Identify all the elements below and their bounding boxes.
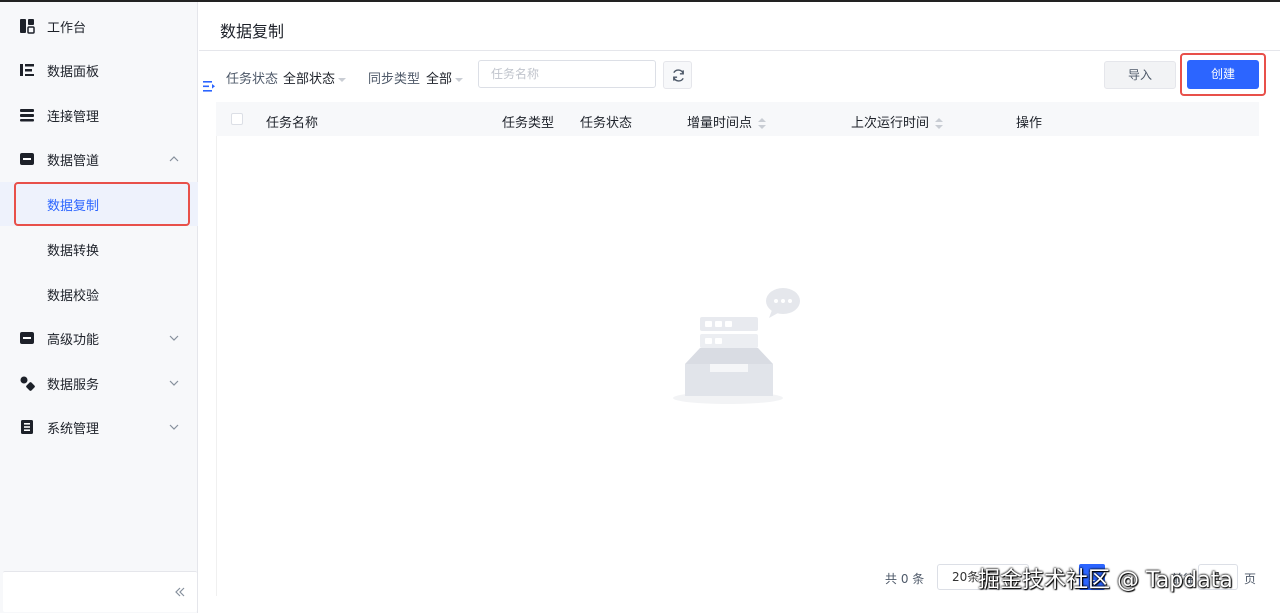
toggle-panel-icon[interactable] — [203, 80, 216, 93]
prev-page-button[interactable]: ‹ — [1041, 564, 1067, 590]
sidebar-item-workbench[interactable]: 工作台 — [0, 4, 198, 48]
page-size-value: 20条/页 — [952, 570, 996, 584]
sidebar-item-label: 数据服务 — [47, 377, 100, 393]
sort-icon — [935, 118, 944, 129]
pipeline-icon — [20, 153, 34, 165]
column-header-task-status: 任务状态 — [580, 116, 633, 131]
sidebar-item-label: 数据管道 — [47, 153, 100, 169]
column-header-task-name: 任务名称 — [266, 116, 319, 131]
sidebar-item-data-transform[interactable]: 数据转换 — [0, 227, 198, 271]
goto-page-input[interactable]: 1 — [1198, 564, 1238, 590]
sidebar-collapse-bar[interactable] — [3, 571, 197, 612]
sidebar: 工作台 数据面板 连接管理 数据管道 数据复制 数据转换 数据校验 高级功能 数… — [0, 2, 198, 613]
page-size-select[interactable]: 20条/页 — [937, 564, 1029, 590]
connection-list-icon — [20, 109, 34, 122]
sidebar-item-label: 工作台 — [47, 20, 87, 36]
double-chevron-left-icon — [175, 587, 185, 597]
pagination-total: 共 0 条 — [885, 572, 925, 586]
sidebar-item-data-service[interactable]: 数据服务 — [0, 361, 198, 405]
goto-label: 前往 — [1171, 572, 1196, 586]
empty-inbox-icon — [673, 288, 800, 404]
chevron-up-icon — [169, 156, 179, 162]
task-status-select[interactable]: 全部状态 — [283, 68, 347, 87]
caret-down-icon — [455, 77, 464, 82]
sidebar-item-label: 数据校验 — [47, 288, 100, 304]
sidebar-item-data-replication[interactable]: 数据复制 — [0, 182, 198, 226]
column-header-task-type: 任务类型 — [502, 116, 555, 131]
chevron-down-icon — [169, 335, 179, 341]
title-divider — [199, 50, 1280, 51]
sidebar-item-data-validation[interactable]: 数据校验 — [0, 272, 198, 316]
task-name-search-input[interactable] — [478, 60, 656, 88]
sidebar-item-label: 高级功能 — [47, 332, 100, 348]
table-body-empty — [216, 136, 1259, 596]
sidebar-item-advanced[interactable]: 高级功能 — [0, 316, 198, 360]
sidebar-item-connections[interactable]: 连接管理 — [0, 93, 198, 137]
column-header-actions: 操作 — [1016, 116, 1043, 131]
table-header: 任务名称 任务类型 任务状态 增量时间点 上次运行时间 操作 — [216, 102, 1259, 136]
sidebar-item-label: 数据复制 — [47, 198, 100, 214]
create-button[interactable]: 创建 — [1187, 60, 1259, 89]
column-header-label: 上次运行时间 — [851, 116, 930, 131]
sidebar-item-label: 连接管理 — [47, 109, 100, 125]
system-icon — [21, 420, 33, 434]
page-unit-label: 页 — [1244, 572, 1257, 586]
next-page-button[interactable]: › — [1115, 564, 1141, 590]
column-header-last-run-time[interactable]: 上次运行时间 — [851, 112, 944, 131]
column-header-label: 增量时间点 — [687, 116, 753, 131]
sort-icon — [758, 118, 767, 129]
sidebar-item-pipeline[interactable]: 数据管道 — [0, 137, 198, 181]
chevron-down-icon — [169, 380, 179, 386]
sync-type-select[interactable]: 全部 — [426, 68, 464, 87]
sync-type-value: 全部 — [426, 72, 453, 87]
sidebar-item-system[interactable]: 系统管理 — [0, 405, 198, 449]
main-content: 数据复制 任务状态 全部状态 同步类型 全部 导入 创建 任务名称 任务类型 任… — [199, 2, 1280, 613]
sidebar-item-label: 系统管理 — [47, 421, 100, 437]
service-icon — [20, 376, 35, 391]
column-header-incremental-point[interactable]: 增量时间点 — [687, 112, 767, 131]
data-panel-icon — [20, 64, 34, 76]
sidebar-item-data-panel[interactable]: 数据面板 — [0, 48, 198, 92]
import-button[interactable]: 导入 — [1104, 61, 1176, 89]
sync-type-label: 同步类型 — [368, 72, 421, 87]
task-status-value: 全部状态 — [283, 72, 336, 87]
page-title: 数据复制 — [220, 22, 285, 41]
sidebar-item-label: 数据面板 — [47, 64, 100, 80]
refresh-button[interactable] — [663, 61, 692, 89]
task-status-label: 任务状态 — [226, 72, 279, 87]
dashboard-icon — [20, 19, 35, 34]
sidebar-item-label: 数据转换 — [47, 243, 100, 259]
chevron-down-icon — [169, 424, 179, 430]
refresh-icon — [673, 69, 684, 82]
advanced-icon — [20, 332, 34, 344]
page-number-button[interactable]: 1 — [1079, 564, 1105, 590]
select-all-checkbox[interactable] — [231, 113, 243, 125]
caret-down-icon — [338, 77, 347, 82]
